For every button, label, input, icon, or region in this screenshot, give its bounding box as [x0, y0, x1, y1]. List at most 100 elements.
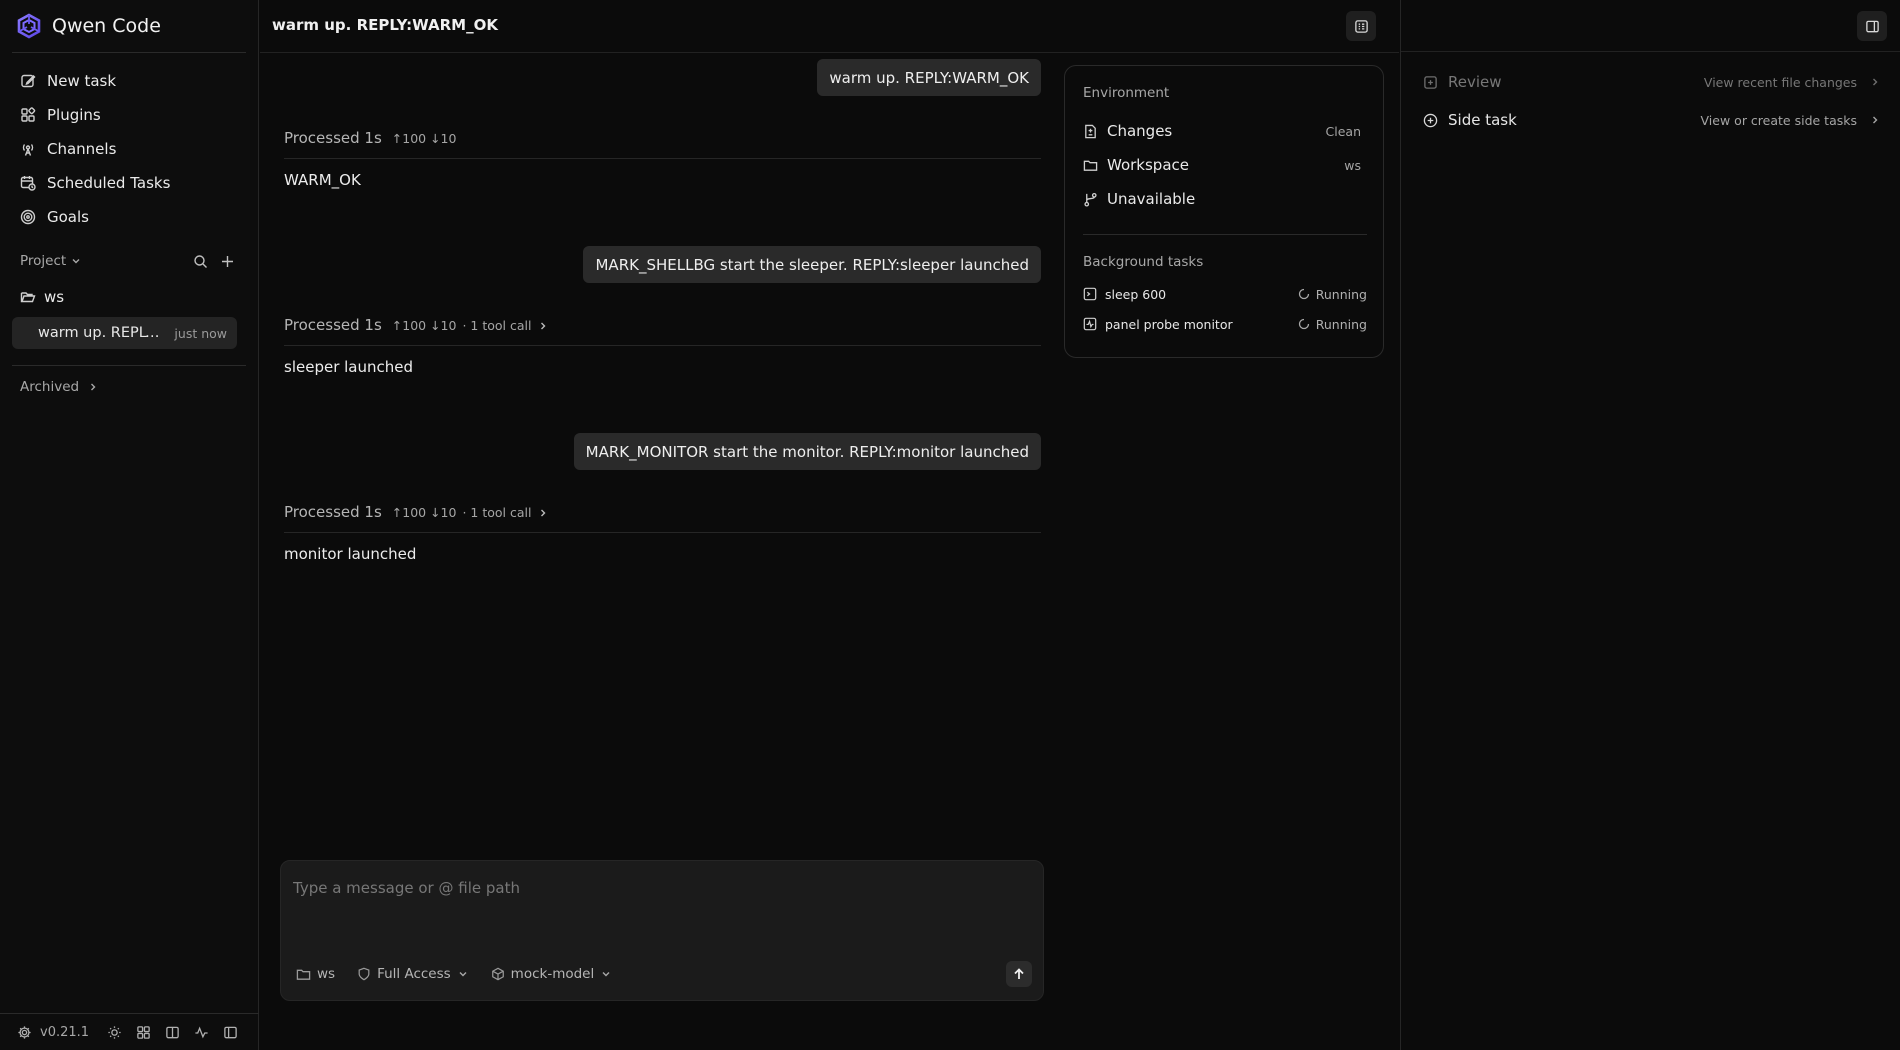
env-value: ws	[1344, 157, 1361, 173]
assistant-reply: WARM_OK	[284, 171, 361, 189]
file-diff-icon	[1083, 124, 1098, 139]
cube-icon	[491, 967, 505, 981]
sidebar: Qwen Code New task Plugins Channels Sche…	[0, 0, 259, 1050]
folder-name: ws	[44, 288, 65, 306]
right-panel-toggle-button[interactable]	[1857, 11, 1887, 41]
chevron-down-icon	[600, 968, 612, 980]
sidebar-footer: v0.21.1	[0, 1013, 259, 1050]
side-task-label: Side task	[1448, 111, 1517, 129]
session-time: just now	[174, 325, 227, 341]
background-task-item[interactable]: panel probe monitor Running	[1083, 315, 1367, 333]
background-task-item[interactable]: sleep 600 Running	[1083, 285, 1367, 303]
session-item[interactable]: warm up. REPLY:WARM_OK just now	[12, 317, 237, 349]
access-mode-dropdown[interactable]: Full Access	[357, 966, 469, 982]
send-button[interactable]	[1006, 961, 1032, 987]
sidebar-toggle-icon[interactable]	[223, 1025, 238, 1040]
env-label: Workspace	[1107, 156, 1189, 174]
project-label: Project	[20, 253, 67, 269]
nav-label: Channels	[47, 140, 117, 158]
bg-task-label: sleep 600	[1105, 286, 1167, 302]
right-panel: Review View recent file changes Side tas…	[1400, 0, 1900, 1050]
processed-label: Processed 1s	[284, 129, 382, 147]
chevron-down-icon	[457, 968, 469, 980]
project-folder-ws[interactable]: ws	[20, 286, 64, 308]
divider	[12, 365, 246, 366]
chevron-right-icon	[537, 320, 549, 332]
nav-new-task[interactable]: New task	[12, 64, 247, 98]
brand[interactable]: Qwen Code	[16, 12, 161, 40]
antenna-icon	[20, 141, 36, 157]
background-tasks-heading: Background tasks	[1083, 254, 1204, 270]
chevron-right-icon	[1869, 114, 1881, 126]
plugins-icon	[20, 107, 36, 123]
archived-label: Archived	[20, 379, 80, 395]
review-row[interactable]: Review View recent file changes	[1423, 71, 1881, 93]
workspace-chip[interactable]: ws	[296, 966, 335, 982]
bg-task-status: Running	[1315, 316, 1367, 332]
list-checks-icon	[1354, 19, 1369, 34]
bg-task-label: panel probe monitor	[1105, 316, 1233, 332]
nav-goals[interactable]: Goals	[12, 200, 247, 234]
nav-label: New task	[47, 72, 117, 90]
folder-open-icon	[20, 289, 36, 305]
token-meta: ↑100 ↓10 · 1 tool call	[392, 316, 550, 333]
env-row-changes[interactable]: Changes Clean	[1083, 120, 1361, 142]
search-icon[interactable]	[193, 254, 208, 269]
arrow-up-icon	[1012, 967, 1026, 981]
processed-row[interactable]: Processed 1s ↑100 ↓10 · 1 tool call	[284, 316, 1041, 346]
project-toggle[interactable]: Project	[20, 253, 82, 269]
token-counts: ↑100 ↓10	[391, 318, 457, 333]
side-task-row[interactable]: Side task View or create side tasks	[1423, 109, 1881, 131]
folder-icon	[296, 967, 311, 982]
environment-panel: Environment Changes Clean Workspace ws U…	[1064, 65, 1384, 358]
token-counts: ↑100 ↓10	[391, 505, 457, 520]
divider	[1083, 234, 1367, 235]
nav-label: Plugins	[47, 106, 101, 124]
env-row-workspace[interactable]: Workspace ws	[1083, 154, 1361, 176]
processed-row: Processed 1s ↑100 ↓10	[284, 129, 1041, 159]
activity-icon[interactable]	[194, 1025, 209, 1040]
target-icon	[20, 209, 36, 225]
edit-icon	[20, 73, 36, 89]
shield-icon	[357, 967, 371, 981]
project-section-header: Project	[20, 250, 235, 272]
chevron-right-icon	[1869, 76, 1881, 88]
message-input[interactable]	[293, 879, 1023, 897]
plus-circle-icon	[1423, 113, 1438, 128]
processed-label: Processed 1s	[284, 503, 382, 521]
theme-sun-icon[interactable]	[107, 1025, 122, 1040]
workspace-label: ws	[317, 966, 336, 982]
settings-icon[interactable]	[17, 1025, 32, 1040]
env-label: Unavailable	[1107, 190, 1196, 208]
review-hint: View recent file changes	[1703, 74, 1857, 90]
spinner-icon	[1298, 288, 1310, 300]
model-dropdown[interactable]: mock-model	[491, 966, 613, 982]
app-name: Qwen Code	[52, 15, 161, 37]
version-label: v0.21.1	[40, 1024, 90, 1040]
calendar-clock-icon	[20, 175, 36, 191]
model-label: mock-model	[510, 966, 595, 982]
folder-icon	[1083, 158, 1098, 173]
nav-channels[interactable]: Channels	[12, 132, 247, 166]
environment-toggle-button[interactable]	[1346, 11, 1376, 41]
panel-right-icon	[1865, 19, 1880, 34]
env-row-branch: Unavailable	[1083, 188, 1361, 210]
tool-call-count: · 1 tool call	[462, 318, 532, 333]
git-branch-icon	[1083, 192, 1098, 207]
archived-toggle[interactable]: Archived	[20, 376, 99, 398]
terminal-icon	[1083, 287, 1097, 301]
add-project-icon[interactable]	[220, 254, 235, 269]
review-label: Review	[1448, 73, 1502, 91]
grid-icon[interactable]	[136, 1025, 151, 1040]
split-view-icon[interactable]	[165, 1025, 180, 1040]
file-diff-icon	[1423, 75, 1438, 90]
chevron-down-icon	[70, 255, 82, 267]
monitor-icon	[1083, 317, 1097, 331]
divider	[12, 52, 246, 53]
nav-scheduled-tasks[interactable]: Scheduled Tasks	[12, 166, 247, 200]
assistant-reply: monitor launched	[284, 545, 417, 563]
processed-row[interactable]: Processed 1s ↑100 ↓10 · 1 tool call	[284, 503, 1041, 533]
nav-label: Scheduled Tasks	[47, 174, 171, 192]
assistant-reply: sleeper launched	[284, 358, 414, 376]
nav-plugins[interactable]: Plugins	[12, 98, 247, 132]
